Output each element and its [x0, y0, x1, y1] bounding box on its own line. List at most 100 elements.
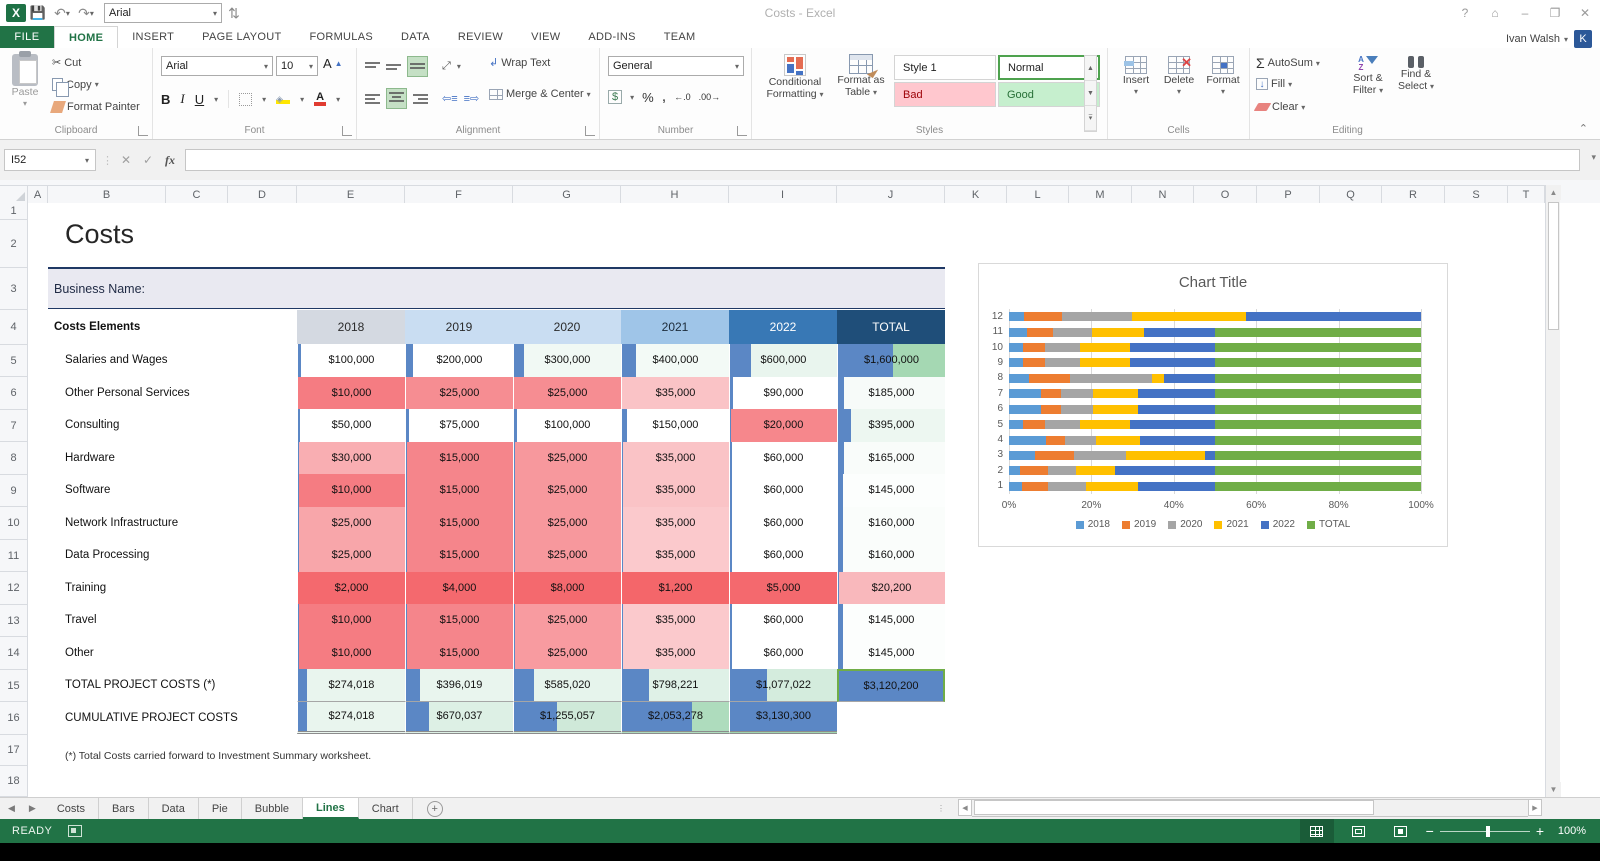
- table-cell[interactable]: $400,000: [621, 344, 729, 377]
- tab-insert[interactable]: INSERT: [118, 26, 188, 48]
- table-cell[interactable]: $145,000: [837, 636, 945, 669]
- format-cells-button[interactable]: Format ▾: [1202, 56, 1244, 98]
- chart-panel[interactable]: Chart Title 12 11 10 9 8 7 6 5 4 3 2 1 0% 20% 40% 60% 8…: [978, 263, 1448, 547]
- tab-file[interactable]: FILE: [0, 26, 54, 48]
- sheet-tab-lines[interactable]: Lines: [303, 798, 359, 819]
- table-cell[interactable]: $20,200: [837, 571, 945, 604]
- cancel-icon[interactable]: ✕: [115, 153, 137, 167]
- table-cell[interactable]: $300,000: [513, 344, 621, 377]
- paste-button[interactable]: Paste ▾: [6, 51, 44, 110]
- row-header-16[interactable]: 16: [0, 702, 27, 735]
- clipboard-dialog-launcher-icon[interactable]: [138, 126, 148, 136]
- qat-font-combo[interactable]: Arial ▾: [104, 3, 222, 23]
- autosum-button[interactable]: Σ AutoSum ▾: [1256, 55, 1320, 71]
- table-cell[interactable]: $100,000: [513, 409, 621, 442]
- italic-button[interactable]: I: [180, 91, 184, 107]
- table-cell[interactable]: $25,000: [513, 474, 621, 507]
- sheet-tab-chart[interactable]: Chart: [359, 798, 413, 819]
- table-cell[interactable]: $25,000: [513, 506, 621, 539]
- table-cell[interactable]: $25,000: [513, 636, 621, 669]
- align-center-icon[interactable]: [386, 88, 407, 109]
- scroll-right-icon[interactable]: ▶: [1528, 799, 1542, 816]
- horizontal-scroll-thumb[interactable]: [974, 800, 1374, 815]
- scroll-down-icon[interactable]: ▼: [1546, 782, 1561, 797]
- table-cell[interactable]: $396,019: [405, 669, 513, 702]
- scroll-up-icon[interactable]: ▲: [1546, 185, 1561, 200]
- column-header-Q[interactable]: Q: [1320, 185, 1382, 203]
- column-header-M[interactable]: M: [1069, 185, 1132, 203]
- accounting-format-icon[interactable]: $: [608, 90, 623, 104]
- table-cell[interactable]: $10,000: [297, 474, 405, 507]
- sheet-tab-bubble[interactable]: Bubble: [242, 798, 304, 819]
- row-header-9[interactable]: 9: [0, 475, 27, 507]
- fill-color-icon[interactable]: ◈: [276, 94, 291, 104]
- save-icon[interactable]: 💾: [26, 3, 50, 23]
- tab-team[interactable]: TEAM: [650, 26, 710, 48]
- close-icon[interactable]: ✕: [1570, 2, 1600, 24]
- align-top-icon[interactable]: [365, 61, 380, 73]
- align-bottom-icon[interactable]: [407, 56, 428, 77]
- fill-button[interactable]: ↓ Fill ▾: [1256, 78, 1292, 90]
- row-header-11[interactable]: 11: [0, 540, 27, 572]
- table-cell[interactable]: $5,000: [729, 571, 837, 604]
- avatar[interactable]: K: [1574, 30, 1592, 48]
- borders-icon[interactable]: [239, 92, 253, 106]
- merge-center-button[interactable]: Merge & Center ▾: [489, 88, 591, 100]
- cut-button[interactable]: ✂ Cut: [52, 56, 81, 70]
- alignment-dialog-launcher-icon[interactable]: [585, 126, 595, 136]
- percent-style-icon[interactable]: %: [642, 90, 654, 105]
- table-cell[interactable]: $35,000: [621, 474, 729, 507]
- table-cell[interactable]: $35,000: [621, 539, 729, 572]
- align-left-icon[interactable]: [365, 93, 380, 105]
- tab-formulas[interactable]: FORMULAS: [295, 26, 387, 48]
- column-header-E[interactable]: E: [297, 185, 405, 203]
- gallery-down-icon[interactable]: ▼: [1085, 81, 1096, 106]
- name-box[interactable]: I52 ▾: [4, 149, 96, 171]
- zoom-out-icon[interactable]: −: [1426, 823, 1434, 839]
- column-header-B[interactable]: B: [48, 185, 166, 203]
- copy-button[interactable]: Copy ▾: [52, 78, 99, 97]
- row-header-5[interactable]: 5: [0, 345, 27, 377]
- user-name[interactable]: Ivan Walsh: [1506, 33, 1560, 45]
- sheet-tab-pie[interactable]: Pie: [199, 798, 242, 819]
- column-header-F[interactable]: F: [405, 185, 513, 203]
- sheet-nav-right-icon[interactable]: ▶: [29, 803, 36, 814]
- table-cell[interactable]: $90,000: [729, 376, 837, 409]
- table-cell[interactable]: $3,130,300: [729, 701, 837, 734]
- tab-add-ins[interactable]: ADD-INS: [574, 26, 649, 48]
- table-cell[interactable]: $60,000: [729, 441, 837, 474]
- year-column-header[interactable]: 2020: [513, 310, 621, 344]
- table-cell[interactable]: $50,000: [297, 409, 405, 442]
- table-cell[interactable]: $25,000: [405, 376, 513, 409]
- table-cell[interactable]: $1,077,022: [729, 669, 837, 702]
- table-cell[interactable]: $60,000: [729, 474, 837, 507]
- table-cell[interactable]: $150,000: [621, 409, 729, 442]
- table-cell[interactable]: $25,000: [513, 539, 621, 572]
- font-dialog-launcher-icon[interactable]: [342, 126, 352, 136]
- zoom-slider[interactable]: [1439, 825, 1530, 837]
- table-cell[interactable]: $670,037: [405, 701, 513, 734]
- increase-indent-icon[interactable]: ≡⇨: [464, 92, 480, 105]
- fill-color-caret-icon[interactable]: ▾: [300, 95, 304, 104]
- decrease-indent-icon[interactable]: ⇦≡: [442, 92, 458, 105]
- table-cell[interactable]: $15,000: [405, 539, 513, 572]
- decrease-decimal-icon[interactable]: .00→: [699, 92, 721, 102]
- table-cell[interactable]: $25,000: [513, 604, 621, 637]
- column-header-P[interactable]: P: [1257, 185, 1320, 203]
- row-header-15[interactable]: 15: [0, 670, 27, 702]
- column-header-S[interactable]: S: [1445, 185, 1508, 203]
- table-cell[interactable]: $15,000: [405, 506, 513, 539]
- table-cell[interactable]: $10,000: [297, 636, 405, 669]
- column-header-J[interactable]: J: [837, 185, 945, 203]
- table-cell[interactable]: $35,000: [621, 376, 729, 409]
- table-cell[interactable]: $8,000: [513, 571, 621, 604]
- normal-view-button[interactable]: [1299, 819, 1334, 843]
- tab-view[interactable]: VIEW: [517, 26, 574, 48]
- tab-review[interactable]: REVIEW: [444, 26, 517, 48]
- sort-filter-button[interactable]: AZ Sort & Filter ▾: [1345, 56, 1391, 97]
- qat-customize-icon[interactable]: ⇅: [222, 3, 246, 23]
- table-cell[interactable]: $35,000: [621, 441, 729, 474]
- column-header-O[interactable]: O: [1194, 185, 1257, 203]
- font-color-icon[interactable]: A: [314, 92, 327, 106]
- row-header-6[interactable]: 6: [0, 377, 27, 410]
